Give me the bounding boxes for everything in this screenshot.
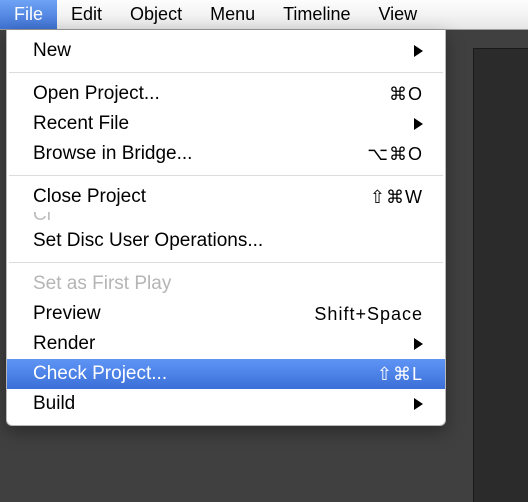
menu-item-label: Render [33,333,402,355]
menubar: File Edit Object Menu Timeline View [0,0,528,30]
menu-item-set-disc-user-operations[interactable]: Set Disc User Operations... [7,226,445,256]
menubar-item-object[interactable]: Object [116,0,196,29]
menu-item-new[interactable]: New [7,36,445,66]
menu-item-preview[interactable]: Preview Shift+Space [7,299,445,329]
menu-item-label: Browse in Bridge... [33,143,355,165]
menu-item-open-project[interactable]: Open Project... ⌘O [7,79,445,109]
menu-item-truncated: Cl [7,212,445,226]
menu-item-browse-in-bridge[interactable]: Browse in Bridge... ⌥⌘O [7,139,445,169]
menu-item-build[interactable]: Build [7,389,445,419]
workarea: New Open Project... ⌘O Recent File Brows… [0,30,528,502]
menubar-item-menu[interactable]: Menu [196,0,269,29]
menu-item-label: Preview [33,303,302,325]
menubar-item-timeline[interactable]: Timeline [269,0,364,29]
menu-item-label: Set as First Play [33,273,423,295]
menu-separator [9,72,443,73]
menu-item-render[interactable]: Render [7,329,445,359]
menu-separator [9,262,443,263]
menu-item-set-as-first-play: Set as First Play [7,269,445,299]
menu-item-shortcut: ⌘O [389,84,423,105]
menu-item-check-project[interactable]: Check Project... ⇧⌘L [7,359,445,389]
menu-item-close-project[interactable]: Close Project ⇧⌘W [7,182,445,212]
menubar-item-file[interactable]: File [0,0,57,29]
submenu-arrow-icon [414,45,423,57]
menu-item-label: Check Project... [33,363,365,385]
menu-item-shortcut: ⌥⌘O [367,144,423,165]
menu-item-label: Recent File [33,113,402,135]
submenu-arrow-icon [414,338,423,350]
menu-item-label: Build [33,393,402,415]
menu-separator [9,175,443,176]
menubar-item-view[interactable]: View [364,0,431,29]
menu-item-label: Open Project... [33,83,377,105]
menu-item-label: Close Project [33,186,358,208]
submenu-arrow-icon [414,398,423,410]
menu-item-shortcut: ⇧⌘W [370,187,423,208]
menu-item-shortcut: Shift+Space [314,304,423,325]
menu-item-label: New [33,40,402,62]
submenu-arrow-icon [414,118,423,130]
menu-item-shortcut: ⇧⌘L [377,364,423,385]
menubar-item-edit[interactable]: Edit [57,0,116,29]
panel-background [473,48,528,502]
menu-item-label: Set Disc User Operations... [33,230,423,252]
menu-item-recent-file[interactable]: Recent File [7,109,445,139]
file-dropdown-menu: New Open Project... ⌘O Recent File Brows… [6,30,446,426]
